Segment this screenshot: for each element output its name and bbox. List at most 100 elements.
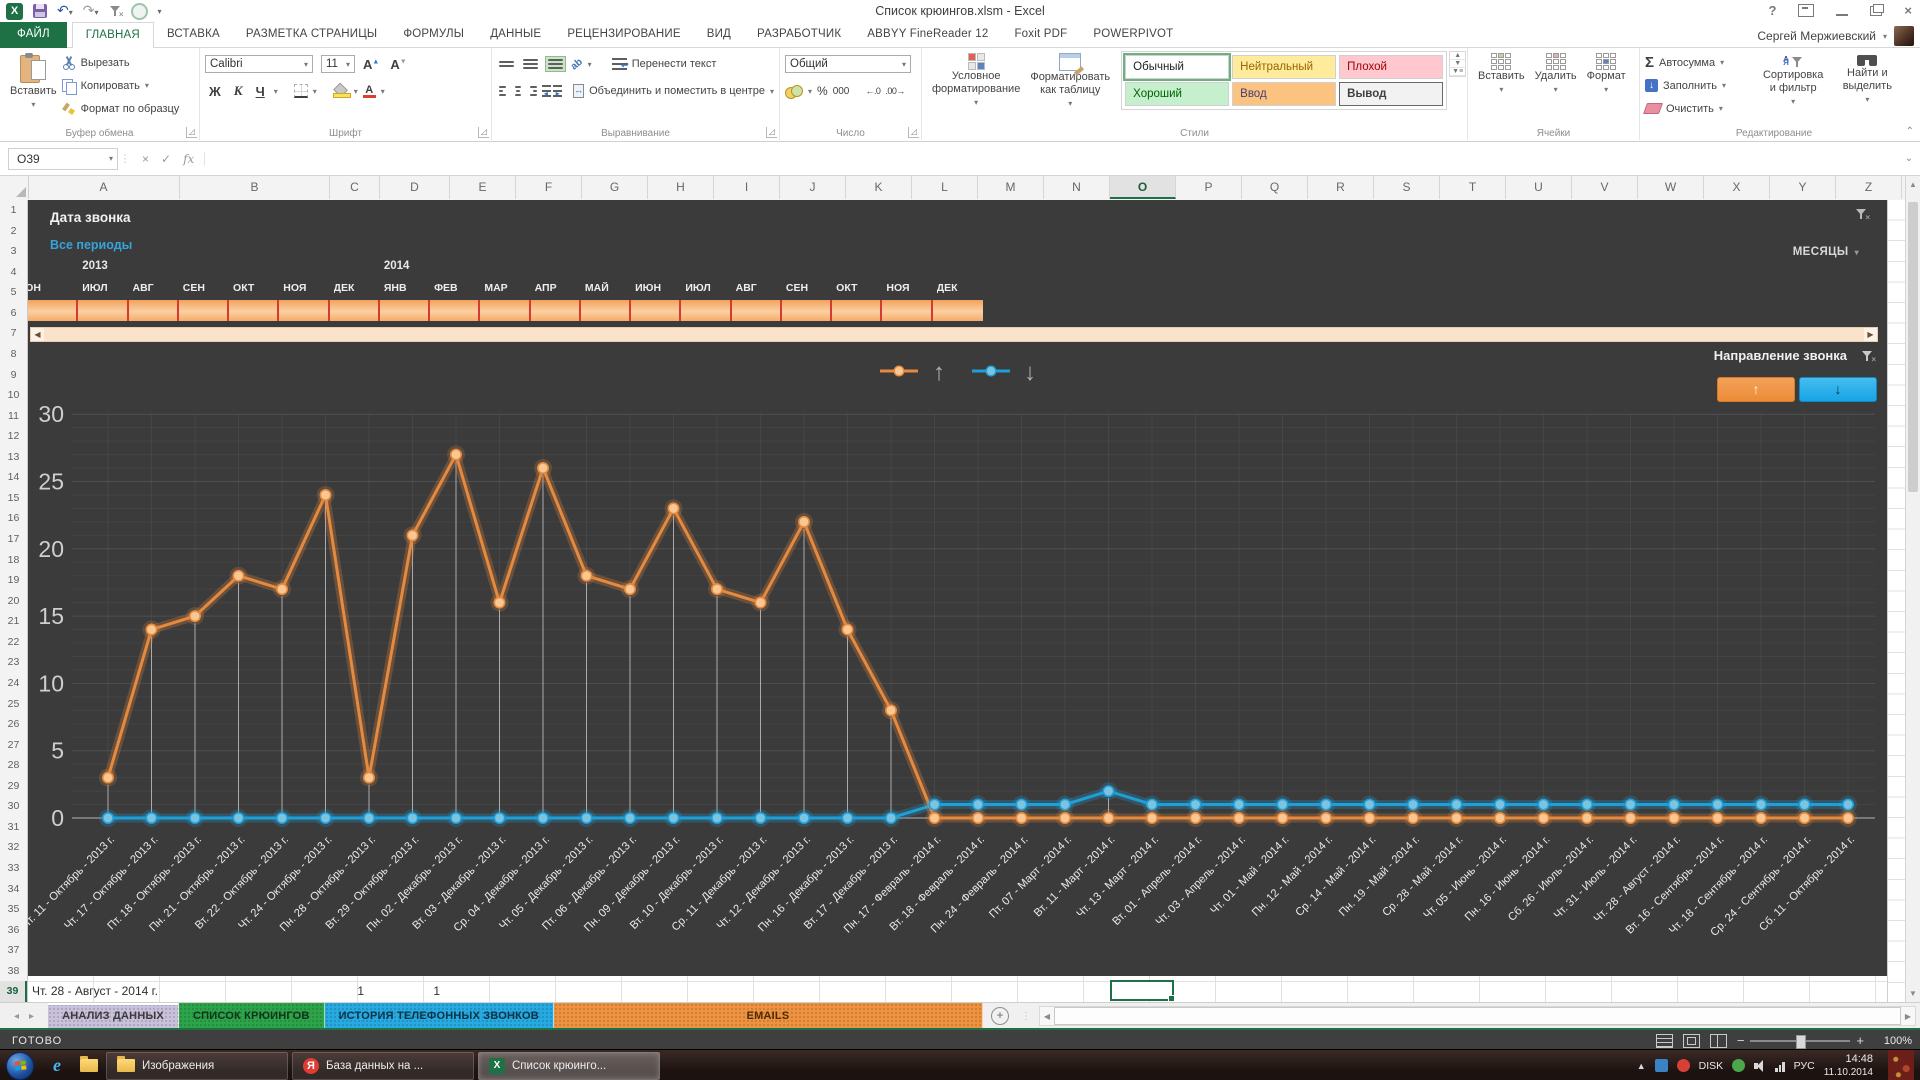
- format-as-table-button[interactable]: Форматировать как таблицу▾: [1025, 51, 1115, 112]
- dialog-launcher-icon[interactable]: ◿: [908, 127, 919, 138]
- row-header-24[interactable]: 24: [0, 673, 27, 694]
- row-header-3[interactable]: 3: [0, 241, 27, 262]
- align-top-icon[interactable]: [497, 59, 516, 69]
- row-header-36[interactable]: 36: [0, 920, 27, 941]
- marker-up-11[interactable]: [581, 571, 591, 581]
- marker-down-24[interactable]: [1147, 799, 1157, 809]
- find-select-button[interactable]: Найти и выделить▾: [1832, 51, 1903, 120]
- decrease-decimal-button[interactable]: .00→: [885, 86, 905, 96]
- show-desktop-button[interactable]: [1888, 1050, 1914, 1080]
- marker-up-35[interactable]: [1625, 813, 1635, 823]
- align-right-icon[interactable]: [528, 84, 539, 98]
- marker-up-3[interactable]: [233, 571, 243, 581]
- row-header-13[interactable]: 13: [0, 447, 27, 468]
- zoom-out-icon[interactable]: −: [1737, 1033, 1745, 1048]
- ribbon-tab-3[interactable]: РАЗМЕТКА СТРАНИЦЫ: [233, 22, 390, 48]
- marker-down-19[interactable]: [929, 799, 939, 809]
- marker-up-14[interactable]: [712, 584, 722, 594]
- merge-center-button[interactable]: Объединить и поместить в центре: [589, 85, 765, 97]
- taskbar-app-0[interactable]: Изображения: [106, 1052, 288, 1080]
- zoom-level[interactable]: 100%: [1874, 1035, 1912, 1047]
- font-name-select[interactable]: Calibri▾: [205, 55, 313, 73]
- hscroll-right-icon[interactable]: ▶: [1901, 1012, 1915, 1021]
- slicer-clear-filter-icon[interactable]: ×: [1861, 350, 1873, 362]
- vertical-scrollbar[interactable]: ▲ ▼: [1905, 176, 1920, 1002]
- marker-down-0[interactable]: [103, 813, 113, 823]
- marker-down-39[interactable]: [1799, 799, 1809, 809]
- row-header-11[interactable]: 11: [0, 406, 27, 427]
- column-header-I[interactable]: I: [714, 176, 780, 199]
- marker-up-7[interactable]: [407, 530, 417, 540]
- marker-down-27[interactable]: [1277, 799, 1287, 809]
- wrap-text-button[interactable]: Перенести текст: [632, 58, 717, 70]
- marker-up-19[interactable]: [929, 813, 939, 823]
- marker-up-21[interactable]: [1016, 813, 1026, 823]
- page-break-view-icon[interactable]: [1710, 1034, 1727, 1048]
- tray-app-icon[interactable]: [1655, 1059, 1668, 1072]
- hscroll-thumb[interactable]: [1054, 1007, 1901, 1025]
- marker-down-35[interactable]: [1625, 799, 1635, 809]
- undo-icon[interactable]: ↶▾: [57, 2, 73, 21]
- marker-down-34[interactable]: [1582, 799, 1592, 809]
- name-box[interactable]: O39 ▾: [8, 148, 118, 170]
- row-header-30[interactable]: 30: [0, 796, 27, 817]
- marker-down-28[interactable]: [1321, 799, 1331, 809]
- marker-down-23[interactable]: [1103, 786, 1113, 796]
- insert-function-icon[interactable]: fx: [183, 152, 194, 166]
- row-header-5[interactable]: 5: [0, 282, 27, 303]
- cell-a39[interactable]: Чт. 28 - Август - 2014 г.: [32, 984, 158, 998]
- marker-down-12[interactable]: [625, 813, 635, 823]
- bottom-row-cells[interactable]: Чт. 28 - Август - 2014 г. 1 1: [28, 976, 1887, 1002]
- row-header-37[interactable]: 37: [0, 940, 27, 961]
- italic-button[interactable]: К: [230, 83, 247, 99]
- marker-up-23[interactable]: [1103, 813, 1113, 823]
- ribbon-tab-7[interactable]: ВИД: [694, 22, 744, 48]
- copy-button[interactable]: Копировать▾: [62, 74, 180, 97]
- fill-handle[interactable]: [1168, 995, 1175, 1002]
- marker-up-10[interactable]: [538, 463, 548, 473]
- row-header-16[interactable]: 16: [0, 508, 27, 529]
- insert-cells-button[interactable]: Вставить▾: [1473, 51, 1530, 98]
- cut-button[interactable]: Вырезать: [62, 51, 180, 74]
- row-header-7[interactable]: 7: [0, 323, 27, 344]
- marker-up-38[interactable]: [1756, 813, 1766, 823]
- row-header-18[interactable]: 18: [0, 550, 27, 571]
- column-header-P[interactable]: P: [1176, 176, 1242, 199]
- marker-down-31[interactable]: [1451, 799, 1461, 809]
- marker-up-39[interactable]: [1799, 813, 1809, 823]
- marker-up-40[interactable]: [1843, 813, 1853, 823]
- marker-down-21[interactable]: [1016, 799, 1026, 809]
- ribbon-tab-1[interactable]: ГЛАВНАЯ: [72, 22, 154, 48]
- column-header-D[interactable]: D: [380, 176, 450, 199]
- sheet-tab-0[interactable]: АНАЛИЗ ДАННЫХ: [48, 1003, 179, 1029]
- marker-down-2[interactable]: [190, 813, 200, 823]
- cell-style-5[interactable]: Вывод: [1339, 82, 1443, 106]
- cell-d39[interactable]: 1: [400, 984, 440, 998]
- marker-up-9[interactable]: [494, 597, 504, 607]
- marker-up-29[interactable]: [1364, 813, 1374, 823]
- qat-customize-icon[interactable]: ▾: [158, 7, 162, 16]
- sheet-nav-left-icon[interactable]: ◂: [14, 1011, 19, 1022]
- cell-style-0[interactable]: Обычный: [1125, 55, 1229, 79]
- new-sheet-button[interactable]: +: [983, 1003, 1017, 1029]
- delete-cells-button[interactable]: Удалить▾: [1530, 51, 1582, 98]
- column-header-G[interactable]: G: [582, 176, 648, 199]
- marker-up-16[interactable]: [799, 517, 809, 527]
- clock[interactable]: 14:48 11.10.2014: [1824, 1053, 1873, 1079]
- row-header-28[interactable]: 28: [0, 755, 27, 776]
- column-header-K[interactable]: K: [846, 176, 912, 199]
- collapse-ribbon-icon[interactable]: ⌃: [1906, 126, 1914, 137]
- marker-up-5[interactable]: [320, 490, 330, 500]
- marker-down-17[interactable]: [842, 813, 852, 823]
- clear-button[interactable]: Очистить▾: [1645, 97, 1755, 120]
- row-header-33[interactable]: 33: [0, 858, 27, 879]
- formula-input[interactable]: [205, 148, 1898, 170]
- marker-down-13[interactable]: [668, 813, 678, 823]
- marker-up-24[interactable]: [1147, 813, 1157, 823]
- column-header-B[interactable]: B: [180, 176, 330, 199]
- enter-icon[interactable]: ✓: [161, 152, 171, 166]
- slicer-button-down[interactable]: ↓: [1799, 377, 1877, 402]
- column-header-L[interactable]: L: [912, 176, 978, 199]
- merge-center-icon[interactable]: ↔: [573, 84, 584, 98]
- ribbon-tab-4[interactable]: ФОРМУЛЫ: [390, 22, 477, 48]
